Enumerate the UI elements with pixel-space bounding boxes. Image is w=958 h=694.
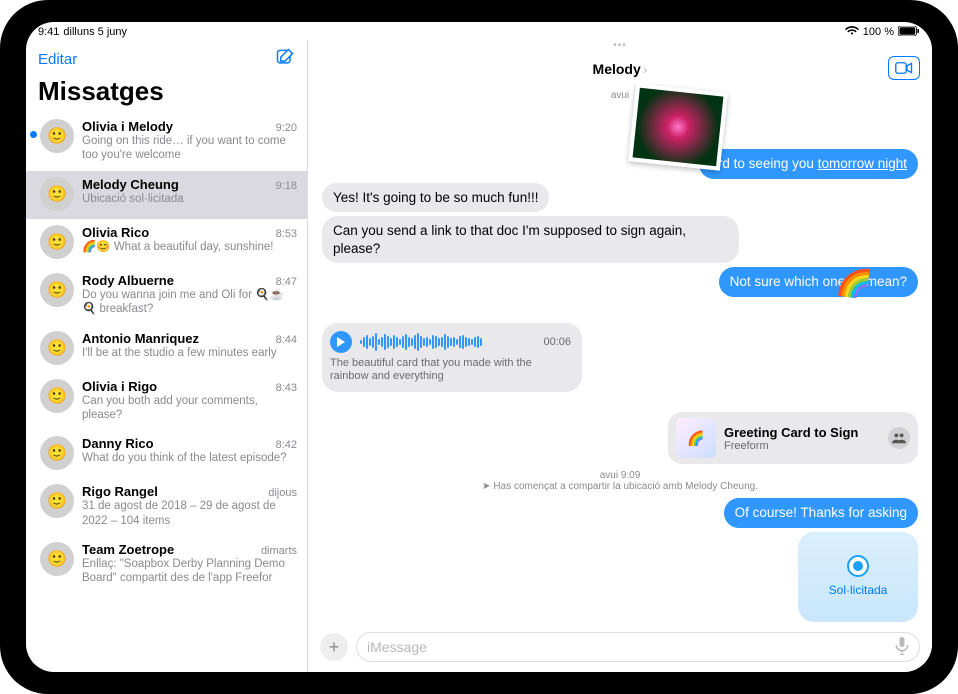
chat-pane: ••• Melody› avui [308, 40, 932, 672]
conversation-name: Rody Albuerne [82, 273, 174, 288]
conversation-item[interactable]: 🙂 Team Zoetrope dimartsEnllaç: "Soapbox De… [26, 536, 307, 594]
conversation-time: 8:44 [276, 334, 297, 346]
main-split: Editar Missatges 🙂 Olivia i Melody 9:20Goi… [26, 40, 932, 672]
conversation-preview: I'll be at the studio a few minutes earl… [82, 346, 297, 360]
conversation-preview: Do you wanna join me and Oli for 🍳☕🍳 bre… [82, 288, 297, 317]
chat-title[interactable]: Melody› [593, 61, 648, 77]
avatar: 🙂 [40, 225, 74, 259]
conversation-name: Danny Rico [82, 436, 154, 451]
audio-message[interactable]: 00:06 The beautiful card that you made w… [322, 323, 582, 393]
unread-dot [30, 131, 37, 138]
messages-area[interactable]: avui ard to seeing you tomorrow night Ye… [308, 84, 932, 626]
freeform-attachment[interactable]: 🌈 Greeting Card to Sign Freeform [668, 412, 918, 464]
edit-button[interactable]: Editar [38, 51, 77, 68]
location-dot-icon [849, 557, 867, 575]
status-bar: 9:41 dilluns 5 juny 100 % [26, 22, 932, 40]
conversation-preview: 31 de agost de 2018 – 29 de agost de 202… [82, 499, 297, 528]
message-input-placeholder: iMessage [367, 639, 427, 655]
status-time: 9:41 [38, 26, 59, 38]
conversation-item[interactable]: 🙂 Rody Albuerne 8:47Do you wanna join me a… [26, 267, 307, 325]
photo-attachment-firework[interactable] [628, 84, 728, 171]
message-sent[interactable]: ard to seeing you tomorrow night [699, 149, 918, 179]
message-received[interactable]: Yes! It's going to be so much fun!!! [322, 183, 549, 213]
wifi-icon [845, 26, 859, 39]
status-date: dilluns 5 juny [63, 26, 127, 38]
chat-contact-name: Melody [593, 61, 641, 77]
chat-header: Melody› [308, 54, 932, 84]
message-received[interactable]: Can you send a link to that doc I'm supp… [322, 216, 739, 263]
ipad-frame: 9:41 dilluns 5 juny 100 % Editar [0, 0, 958, 694]
conversation-time: dimarts [261, 545, 297, 557]
attachment-subtitle: Freeform [724, 440, 880, 452]
message-link-tomorrow-night[interactable]: tomorrow night [818, 156, 907, 171]
facetime-button[interactable] [888, 56, 920, 80]
conversation-item[interactable]: 🙂 Olivia i Melody 9:20Going on this ride… … [26, 113, 307, 171]
conversation-preview: 🌈😊 What a beautiful day, sunshine! [82, 240, 297, 254]
conversation-name: Team Zoetrope [82, 542, 174, 557]
conversation-preview: Ubicació sol·licitada [82, 192, 297, 206]
audio-transcript: The beautiful card that you made with th… [330, 357, 571, 385]
sidebar: Editar Missatges 🙂 Olivia i Melody 9:20Goi… [26, 40, 308, 672]
conversation-time: 8:42 [276, 439, 297, 451]
attachment-thumbnail: 🌈 [676, 418, 716, 458]
conversation-item[interactable]: 🙂 Antonio Manriquez 8:44I'll be at the stu… [26, 325, 307, 373]
avatar: 🙂 [40, 273, 74, 307]
avatar: 🙂 [40, 379, 74, 413]
avatar: 🙂 [40, 177, 74, 211]
play-button[interactable] [330, 331, 352, 353]
message-sent[interactable]: Not sure which one🌈 mean? [719, 267, 918, 297]
avatar: 🙂 [40, 331, 74, 365]
conversation-name: Olivia i Rigo [82, 379, 157, 394]
avatar: 🙂 [40, 436, 74, 470]
conversation-time: 9:18 [276, 180, 297, 192]
conversation-time: 9:20 [276, 122, 297, 134]
avatar: 🙂 [40, 484, 74, 518]
location-arrow-icon: ➤ [482, 481, 490, 492]
dictation-mic-icon[interactable] [895, 637, 909, 658]
conversation-list[interactable]: 🙂 Olivia i Melody 9:20Going on this ride… … [26, 113, 307, 672]
conversation-item[interactable]: 🙂 Danny Rico 8:42What do you think of the … [26, 430, 307, 478]
conversation-preview: Going on this ride… if you want to come … [82, 134, 297, 163]
conversation-time: dijous [268, 487, 297, 499]
system-timestamp: avui 9:09 ➤Has començat a compartir la u… [322, 470, 918, 492]
location-request-card[interactable]: Sol·licitada [798, 532, 918, 622]
sidebar-title: Missatges [26, 74, 307, 113]
rainbow-sticker[interactable]: 🌈 [835, 264, 874, 302]
battery-text: 100 % [863, 26, 894, 38]
chevron-right-icon: › [643, 61, 648, 77]
conversation-name: Antonio Manriquez [82, 331, 199, 346]
message-composer: + iMessage [308, 626, 932, 672]
battery-icon [898, 26, 920, 39]
attach-plus-button[interactable]: + [320, 633, 348, 661]
conversation-item[interactable]: 🙂 Melody Cheung 9:18Ubicació sol·licitada [26, 171, 307, 219]
conversation-item[interactable]: 🙂 Olivia Rico 8:53🌈😊 What a beautiful day,… [26, 219, 307, 267]
conversation-name: Olivia i Melody [82, 119, 173, 134]
avatar: 🙂 [40, 542, 74, 576]
day-label: avui [322, 90, 918, 101]
conversation-preview: Enllaç: "Soapbox Derby Planning Demo Boa… [82, 557, 297, 586]
audio-waveform[interactable] [360, 332, 535, 352]
conversation-preview: What do you think of the latest episode? [82, 451, 297, 465]
conversation-name: Olivia Rico [82, 225, 149, 240]
window-grabber[interactable]: ••• [613, 40, 627, 54]
avatar: 🙂 [40, 119, 74, 153]
conversation-time: 8:53 [276, 228, 297, 240]
conversation-time: 8:43 [276, 382, 297, 394]
message-sent[interactable]: Of course! Thanks for asking [724, 498, 918, 528]
attachment-title: Greeting Card to Sign [724, 425, 880, 440]
compose-button[interactable] [275, 47, 295, 72]
conversation-name: Rigo Rangel [82, 484, 158, 499]
conversation-item[interactable]: 🙂 Olivia i Rigo 8:43Can you both add your … [26, 373, 307, 431]
conversation-time: 8:47 [276, 276, 297, 288]
location-status-label: Sol·licitada [829, 583, 888, 597]
conversation-name: Melody Cheung [82, 177, 179, 192]
conversation-preview: Can you both add your comments, please? [82, 394, 297, 423]
audio-duration: 00:06 [543, 336, 571, 348]
message-input[interactable]: iMessage [356, 632, 920, 662]
screen: 9:41 dilluns 5 juny 100 % Editar [26, 22, 932, 672]
conversation-item[interactable]: 🙂 Rigo Rangel dijous31 de agost de 2018 – … [26, 478, 307, 536]
collaboration-icon [888, 427, 910, 449]
